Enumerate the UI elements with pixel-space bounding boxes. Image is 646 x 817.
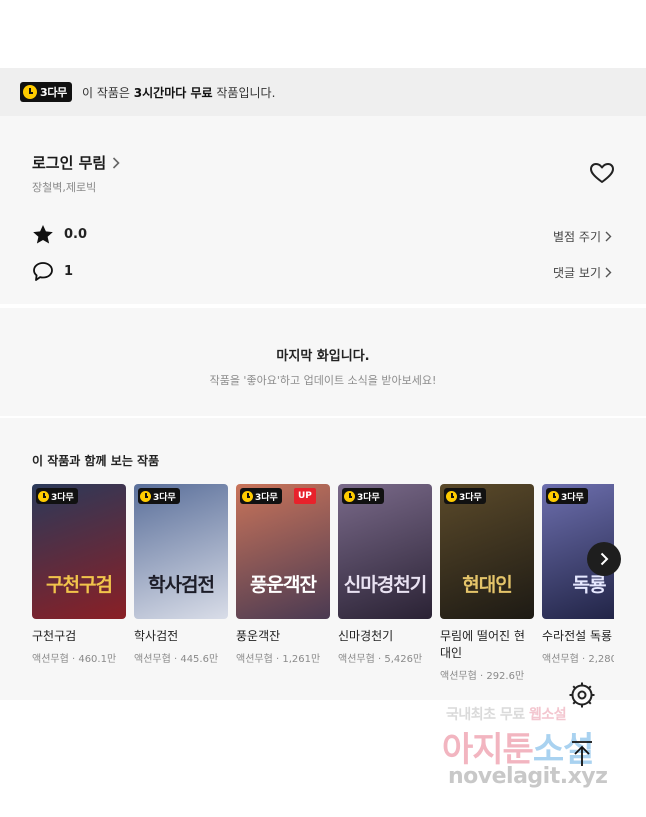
watermark: 국내최초 무료 웹소설 아지툰소설 novelagit.xyz — [440, 700, 630, 800]
chevron-right-icon — [605, 267, 612, 278]
cover-image[interactable]: 3다무구천구검 — [32, 484, 126, 619]
last-episode-subtitle: 작품을 '좋아요'하고 업데이트 소식을 받아보세요! — [209, 374, 437, 387]
free-badge: 3다무 — [20, 82, 72, 102]
cover-image[interactable]: 3다무 UP 풍운객잔 — [236, 484, 330, 619]
heart-icon[interactable] — [589, 162, 615, 184]
watermark-line1-b: 웹소설 — [529, 707, 567, 723]
cover-title: 풍운객잔 — [250, 574, 317, 596]
notice-suffix: 작품입니다. — [212, 85, 276, 100]
card-meta: 액션무협 · 460.1만 — [32, 654, 117, 665]
clock-icon — [23, 85, 37, 99]
free-badge: 3다무 — [342, 488, 384, 504]
recommendation-card[interactable]: 3다무 신마경천기 신마경천기 액션무협 · 5,426만 — [338, 484, 432, 665]
free-badge-label: 3다무 — [459, 492, 482, 503]
recommendation-card[interactable]: 3다무현대인무림에 떨어진 현대인액션무협 · 292.6만 — [440, 484, 534, 682]
card-title[interactable]: 신마경천기 — [338, 628, 432, 645]
free-badge: 3다무 — [444, 488, 486, 504]
notice-bold: 3시간마다 무료 — [133, 85, 213, 100]
free-badge: 3다무 — [138, 488, 180, 504]
recommendations-section: 이 작품과 함께 보는 작품 3다무 구천구검 구천구검 액션무협 · 460.1만 3… — [0, 418, 646, 700]
work-title: 로그인 무림 — [32, 154, 107, 172]
card-meta: 액션무협 · 445.6만 — [134, 654, 219, 665]
recommendation-carousel: 3다무 구천구검 구천구검 액션무협 · 460.1만 3다무 학사검전 학사검전 액션무협 … — [32, 484, 614, 694]
watermark-line1-a: 국내최초 무료 — [446, 707, 530, 723]
free-badge: 3다무 — [36, 488, 78, 504]
free-badge: 3다무 — [240, 488, 282, 504]
watermark-line2-a: 아지툰 — [442, 730, 534, 770]
notice-text: 이 작품은 3시간마다 무료 작품입니다. — [82, 84, 275, 101]
gear-icon[interactable] — [568, 681, 596, 709]
cover-title: 학사검전 — [148, 574, 215, 596]
free-badge-label: 3다무 — [51, 492, 74, 503]
cover-title: 구천구검 — [46, 574, 113, 596]
last-episode-section: 마지막 화입니다. 작품을 '좋아요'하고 업데이트 소식을 받아보세요! — [0, 308, 646, 416]
clock-icon — [38, 490, 49, 502]
comment-count: 1 — [64, 264, 74, 279]
free-badge-label: 3다무 — [153, 492, 176, 503]
card-title[interactable]: 학사검전 — [134, 628, 228, 645]
rate-button[interactable]: 별점 주기 — [553, 228, 612, 245]
work-info-section: 로그인 무림 장철벽,제로빅 0.0 별점 주기 1 댓글 보기 — [0, 116, 646, 304]
arrow-up-icon[interactable] — [567, 738, 597, 768]
clock-icon — [344, 490, 355, 502]
comment-stat: 1 — [32, 261, 73, 282]
work-author: 장철벽,제로빅 — [32, 181, 97, 194]
clock-icon — [548, 490, 559, 502]
recommendation-card[interactable]: 3다무 구천구검 구천구검 액션무협 · 460.1만 — [32, 484, 126, 665]
free-badge: 3다무 — [546, 488, 588, 504]
view-comments-button[interactable]: 댓글 보기 — [553, 264, 612, 281]
last-episode-title: 마지막 화입니다. — [276, 349, 370, 364]
free-notice-banner: 3다무 이 작품은 3시간마다 무료 작품입니다. — [0, 68, 646, 116]
comment-icon — [33, 262, 53, 281]
watermark-line1: 국내최초 무료 웹소설 — [446, 704, 567, 724]
episode-end-page: 3다무 이 작품은 3시간마다 무료 작품입니다. 로그인 무림 장철벽,제로빅… — [0, 0, 646, 817]
free-badge-label: 3다무 — [255, 492, 278, 503]
chevron-right-icon — [113, 156, 120, 169]
cover-title: 신마경천기 — [343, 574, 427, 596]
cover-image[interactable]: 3다무학사검전 — [134, 484, 228, 619]
cover-image[interactable]: 3다무신마경천기 — [338, 484, 432, 619]
card-meta: 액션무협 · 5,426만 — [338, 654, 423, 665]
recommendation-card[interactable]: 3다무 UP 풍운객잔 풍운객잔 액션무협 · 1,261만 — [236, 484, 330, 665]
rate-button-label: 별점 주기 — [553, 230, 601, 244]
free-badge-label: 3다무 — [40, 86, 67, 99]
up-badge: UP — [294, 488, 316, 504]
rating-stat: 0.0 — [32, 224, 87, 245]
carousel-next-button[interactable] — [587, 542, 621, 576]
clock-icon — [446, 490, 457, 502]
clock-icon — [242, 490, 253, 502]
card-title[interactable]: 구천구검 — [32, 628, 126, 645]
card-meta: 액션무협 · 1,261만 — [236, 654, 321, 665]
work-title-link[interactable]: 로그인 무림 — [32, 152, 120, 173]
chevron-right-icon — [600, 552, 608, 566]
notice-prefix: 이 작품은 — [82, 85, 134, 100]
view-comments-label: 댓글 보기 — [553, 266, 601, 280]
card-title[interactable]: 풍운객잔 — [236, 628, 330, 645]
cover-image[interactable]: 3다무현대인 — [440, 484, 534, 619]
free-badge-label: 3다무 — [357, 492, 380, 503]
card-meta: 액션무협 · 292.6만 — [440, 671, 525, 682]
free-badge-label: 3다무 — [561, 492, 584, 503]
card-meta: 액션무협 · 2,280만 — [542, 654, 614, 665]
rating-value: 0.0 — [64, 227, 88, 242]
recommendations-heading: 이 작품과 함께 보는 작품 — [32, 454, 160, 468]
chevron-right-icon — [605, 231, 612, 242]
star-icon — [33, 225, 53, 244]
card-title[interactable]: 무림에 떨어진 현대인 — [440, 628, 534, 662]
card-title[interactable]: 수라전설 독룡 — [542, 628, 614, 645]
cover-title: 현대인 — [462, 574, 512, 596]
clock-icon — [140, 490, 151, 502]
recommendation-card[interactable]: 3다무 학사검전 학사검전 액션무협 · 445.6만 — [134, 484, 228, 665]
